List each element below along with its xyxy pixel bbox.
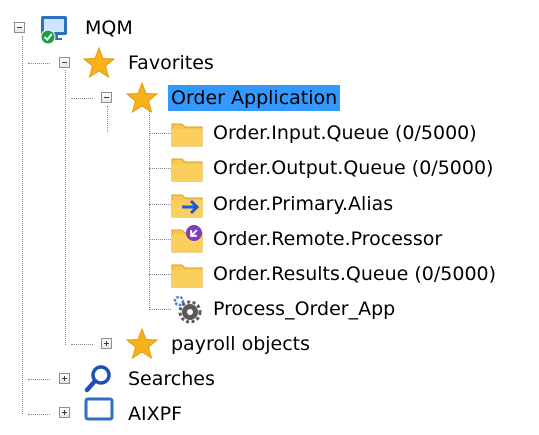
tree-connector: [149, 204, 171, 205]
tree-connector: [149, 133, 171, 134]
tree-node-order-remote-processor[interactable]: Order.Remote.Processor: [210, 226, 445, 252]
tree-connector: [149, 309, 171, 310]
collapse-toggle-mqm[interactable]: [14, 22, 25, 33]
tree-node-order-primary-alias[interactable]: Order.Primary.Alias: [210, 191, 396, 217]
tree-connector: [149, 239, 171, 240]
tree-node-favorites[interactable]: Favorites: [125, 50, 217, 76]
tree-connector: [107, 106, 108, 132]
process-gears-icon: [170, 292, 204, 326]
object-tree: MQM Favorites Order Application Order.In…: [0, 0, 539, 425]
tree-connector: [28, 379, 50, 380]
collapse-toggle-order-application[interactable]: [101, 92, 112, 103]
local-queue-folder-icon: [170, 257, 204, 291]
tree-node-aixpf[interactable]: AIXPF: [125, 401, 185, 427]
queue-manager-connected-icon: [38, 12, 72, 46]
tree-connector: [71, 344, 93, 345]
magnifier-icon: [82, 362, 116, 396]
tree-node-mqm[interactable]: MQM: [82, 15, 136, 41]
tree-connector: [28, 414, 50, 415]
tree-node-order-output-queue[interactable]: Order.Output.Queue (0/5000): [210, 155, 496, 181]
expand-toggle-aixpf[interactable]: [59, 407, 70, 418]
expand-toggle-payroll-objects[interactable]: [101, 338, 112, 349]
star-icon: [125, 81, 159, 115]
tree-connector: [28, 63, 50, 64]
queue-manager-icon: [82, 397, 116, 431]
remote-queue-icon: [170, 222, 204, 256]
tree-connector: [149, 110, 150, 310]
tree-node-payroll-objects[interactable]: payroll objects: [168, 331, 313, 357]
tree-connector: [22, 36, 23, 414]
tree-node-order-results-queue[interactable]: Order.Results.Queue (0/5000): [210, 261, 499, 287]
expand-toggle-searches[interactable]: [59, 373, 70, 384]
tree-connector: [149, 168, 171, 169]
local-queue-folder-icon: [170, 151, 204, 185]
star-icon: [82, 46, 116, 80]
star-icon: [125, 327, 159, 361]
collapse-toggle-favorites[interactable]: [59, 57, 70, 68]
tree-node-process-order-app[interactable]: Process_Order_App: [210, 296, 398, 322]
alias-queue-icon: [170, 187, 204, 221]
tree-node-searches[interactable]: Searches: [125, 366, 218, 392]
tree-node-order-input-queue[interactable]: Order.Input.Queue (0/5000): [210, 120, 480, 146]
tree-connector: [71, 98, 93, 99]
local-queue-folder-icon: [170, 116, 204, 150]
tree-node-order-application[interactable]: Order Application: [168, 85, 341, 111]
tree-connector: [149, 274, 171, 275]
tree-connector: [65, 70, 66, 345]
